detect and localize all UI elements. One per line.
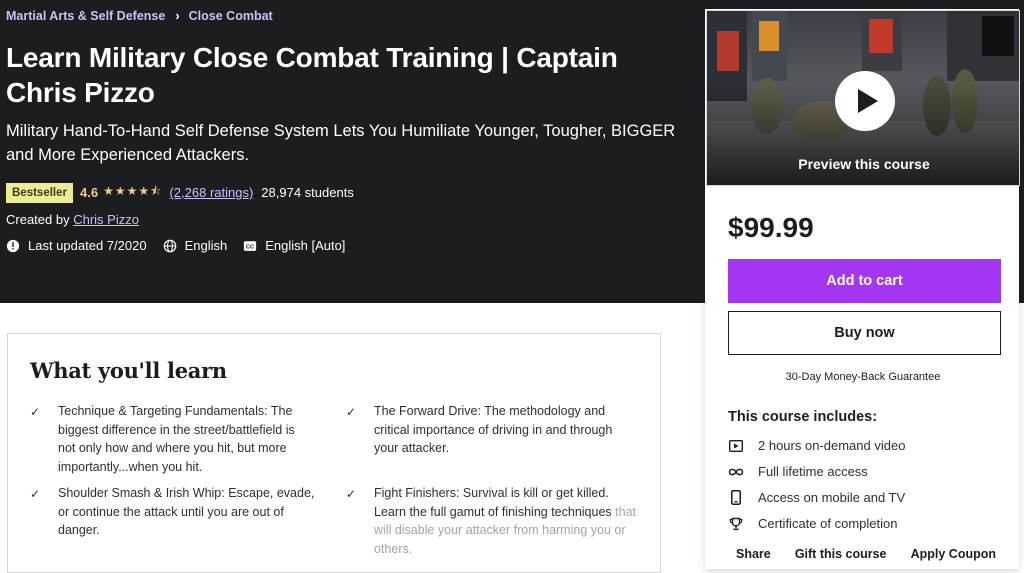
created-by: Created by Chris Pizzo [6,212,139,227]
students-count: 28,974 students [261,185,354,200]
buy-now-button[interactable]: Buy now [728,311,1001,355]
include-item-label: 2 hours on-demand video [758,438,906,453]
sidebar-actions: Share Gift this course Apply Coupon [706,547,1020,561]
video-icon [728,439,744,452]
include-item-mobile: Access on mobile and TV [728,490,905,505]
learn-item: ✓ Fight Finishers: Survival is kill or g… [346,484,636,558]
check-icon: ✓ [346,487,357,501]
instructor-link[interactable]: Chris Pizzo [73,212,139,227]
include-item-certificate: Certificate of completion [728,516,897,531]
money-back-guarantee: 30-Day Money-Back Guarantee [785,371,941,383]
include-item-label: Full lifetime access [758,464,868,479]
check-icon: ✓ [30,487,41,501]
what-you-will-learn: What you'll learn ✓ Technique & Targetin… [7,333,661,573]
language: English [163,238,228,253]
rating-row: Bestseller 4.6 ★★★★⯪ (2,268 ratings) 28,… [6,182,354,203]
course-price: $99.99 [728,212,814,243]
globe-icon [163,239,176,252]
include-item-lifetime: Full lifetime access [728,464,868,479]
star-rating-icon: ★★★★⯪ [103,184,163,198]
page-title: Learn Military Close Combat Training | C… [6,42,618,108]
learn-item: ✓ Shoulder Smash & Irish Whip: Escape, e… [30,484,315,540]
last-updated: Last updated 7/2020 [6,238,147,253]
course-subtitle: Military Hand-To-Hand Self Defense Syste… [6,122,676,164]
ratings-count-link[interactable]: (2,268 ratings) [169,185,253,200]
includes-title: This course includes: [728,409,878,425]
learn-item-text: Fight Finishers: Survival is kill or get… [374,484,636,558]
alert-badge-icon [6,239,20,252]
course-preview[interactable]: Preview this course [706,10,1020,186]
course-meta: Last updated 7/2020 English CC English [… [6,238,361,253]
closed-captions-icon: CC [244,240,257,251]
learn-item-text: Shoulder Smash & Irish Whip: Escape, eva… [58,486,315,537]
play-button[interactable] [835,71,895,131]
breadcrumb-item-subcategory[interactable]: Close Combat [189,9,273,23]
rating-score: 4.6 [79,185,99,200]
captions-text: English [Auto] [265,238,346,253]
trophy-icon [728,517,744,531]
play-icon [857,89,878,113]
captions: CC English [Auto] [243,238,345,253]
breadcrumb-item-category[interactable]: Martial Arts & Self Defense [6,9,165,23]
language-text: English [184,238,228,253]
check-icon: ✓ [346,405,357,419]
infinity-icon [728,467,744,477]
add-to-cart-button[interactable]: Add to cart [728,259,1001,303]
learn-item: ✓ Technique & Targeting Fundamentals: Th… [30,402,315,476]
chevron-right-icon: › [175,8,180,23]
learn-title: What you'll learn [30,358,227,383]
share-button[interactable]: Share [736,547,771,561]
learn-item: ✓ The Forward Drive: The methodology and… [346,402,636,458]
mobile-icon [728,490,744,505]
purchase-sidebar: Preview this course $99.99 Add to cart B… [705,9,1020,569]
learn-item-text-visible: Fight Finishers: Survival is kill or get… [374,486,612,519]
gift-course-button[interactable]: Gift this course [795,547,887,561]
svg-text:CC: CC [246,244,254,250]
created-by-label: Created by [6,212,70,227]
include-item-label: Access on mobile and TV [758,490,906,505]
last-updated-text: Last updated 7/2020 [28,238,147,253]
learn-item-text: The Forward Drive: The methodology and c… [374,404,613,455]
learn-item-text: Technique & Targeting Fundamentals: The … [58,404,295,474]
include-item-video: 2 hours on-demand video [728,438,905,453]
include-item-label: Certificate of completion [758,516,898,531]
bestseller-badge: Bestseller [6,182,73,203]
preview-label: Preview this course [798,156,930,172]
breadcrumb: Martial Arts & Self Defense › Close Comb… [6,8,273,23]
apply-coupon-button[interactable]: Apply Coupon [911,547,996,561]
check-icon: ✓ [30,405,41,419]
